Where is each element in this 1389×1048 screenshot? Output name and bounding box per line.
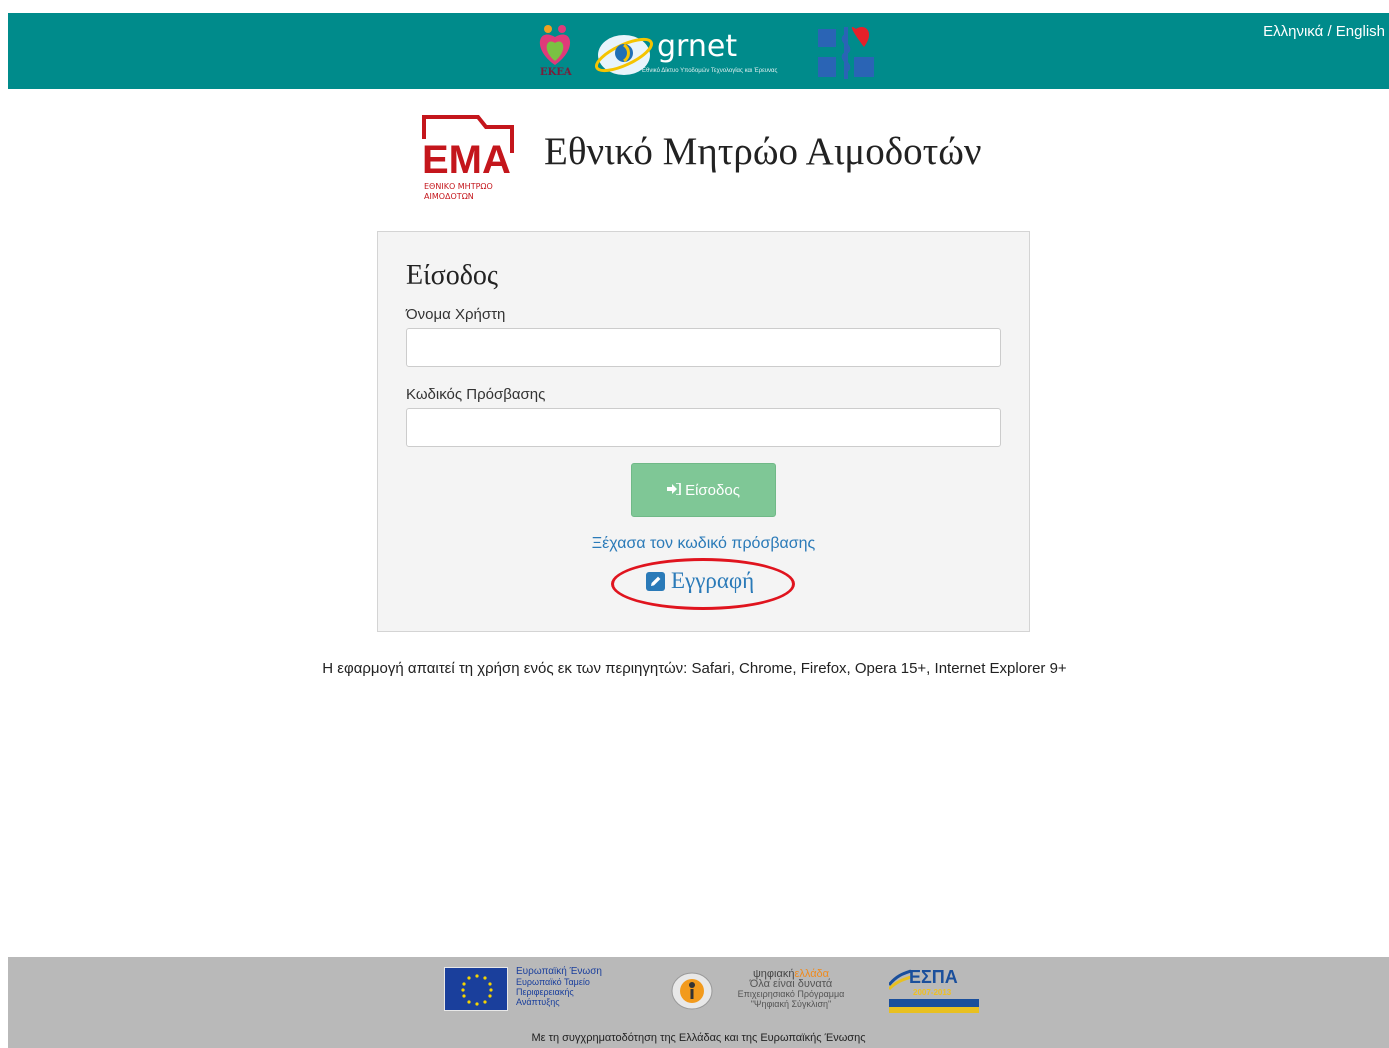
- espa-years: 2007-2013: [913, 988, 952, 997]
- header-bar: ΕΚΕΑ grnet Εθνικό Δίκτυο Υποδομών Τεχνολ…: [8, 13, 1389, 89]
- digital-line-4: "Ψηφιακή Σύγκλιση": [750, 999, 832, 1009]
- language-switch: Ελληνικά / English: [1263, 23, 1385, 40]
- brand-header: ΕΜΑ ΕΘΝΙΚΟ ΜΗΤΡΩΟ ΑΙΜΟΔΟΤΩΝ Εθνικό Μητρώ…: [420, 113, 1040, 203]
- digital-line-2: Όλα είναι δυνατά: [749, 978, 833, 990]
- lang-separator: /: [1323, 23, 1336, 40]
- espa-bar-yellow: [889, 1007, 979, 1013]
- browser-notice: Η εφαρμογή απαιτεί τη χρήση ενός εκ των …: [322, 660, 1067, 677]
- ministry-health-logo: [816, 25, 878, 81]
- page-title: Εθνικό Μητρώο Αιμοδοτών: [544, 130, 982, 173]
- lang-english-link[interactable]: English: [1336, 23, 1385, 40]
- eu-line-1: Ευρωπαϊκή Ένωση: [516, 966, 602, 977]
- grnet-logo: grnet Εθνικό Δίκτυο Υποδομών Τεχνολογίας…: [592, 23, 812, 83]
- register-link[interactable]: Εγγραφή: [646, 566, 754, 596]
- password-label: Κωδικός Πρόσβασης: [406, 386, 546, 403]
- digital-greece-icon: [670, 971, 714, 1011]
- eu-flag-icon: [444, 967, 508, 1011]
- digital-greece-logo: ψηφιακήελλάδα Όλα είναι δυνατά Επιχειρησ…: [670, 967, 860, 1013]
- eu-line-3: Περιφερειακής: [516, 987, 574, 997]
- footer-caption: Με τη συγχρηματοδότηση της Ελλάδας και τ…: [531, 1032, 866, 1044]
- eu-text: Ευρωπαϊκή Ένωση Ευρωπαϊκό Ταμείο Περιφερ…: [516, 966, 636, 1008]
- ekea-logo: ΕΚΕΑ: [528, 23, 588, 85]
- espa-bar-blue: [889, 999, 979, 1007]
- lang-greek-link[interactable]: Ελληνικά: [1263, 23, 1323, 40]
- espa-title: ΕΣΠΑ: [909, 967, 958, 987]
- pencil-icon: [646, 571, 665, 591]
- username-input[interactable]: [406, 328, 1001, 367]
- eu-line-2: Ευρωπαϊκό Ταμείο: [516, 977, 590, 987]
- login-button-label: Είσοδος: [685, 481, 740, 499]
- ema-logo: ΕΜΑ ΕΘΝΙΚΟ ΜΗΤΡΩΟ ΑΙΜΟΔΟΤΩΝ: [420, 113, 520, 203]
- ema-logo-letters: ΕΜΑ: [422, 138, 511, 182]
- eu-line-4: Ανάπτυξης: [516, 997, 560, 1007]
- register-link-label: Εγγραφή: [671, 568, 755, 593]
- footer: Ευρωπαϊκή Ένωση Ευρωπαϊκό Ταμείο Περιφερ…: [8, 957, 1389, 1048]
- ema-logo-subtext-2: ΑΙΜΟΔΟΤΩΝ: [424, 192, 474, 201]
- ema-logo-subtext-1: ΕΘΝΙΚΟ ΜΗΤΡΩΟ: [424, 182, 493, 191]
- login-button[interactable]: Είσοδος: [631, 463, 776, 517]
- login-title: Είσοδος: [406, 260, 499, 291]
- digital-greece-text: ψηφιακήελλάδα Όλα είναι δυνατά Επιχειρησ…: [726, 969, 856, 1010]
- espa-logo: ΕΣΠΑ 2007-2013: [889, 967, 979, 1013]
- forgot-password-link[interactable]: Ξέχασα τον κωδικό πρόσβασης: [378, 535, 1029, 553]
- sign-in-icon: [667, 481, 681, 498]
- partner-logos: ΕΚΕΑ grnet Εθνικό Δίκτυο Υποδομών Τεχνολ…: [528, 19, 898, 85]
- funding-logos: Ευρωπαϊκή Ένωση Ευρωπαϊκό Ταμείο Περιφερ…: [444, 967, 984, 1013]
- password-input[interactable]: [406, 408, 1001, 447]
- login-panel: Είσοδος Όνομα Χρήστη Κωδικός Πρόσβασης Ε…: [377, 231, 1030, 632]
- digital-line-3: Επιχειρησιακό Πρόγραμμα: [737, 989, 845, 999]
- username-label: Όνομα Χρήστη: [406, 306, 506, 323]
